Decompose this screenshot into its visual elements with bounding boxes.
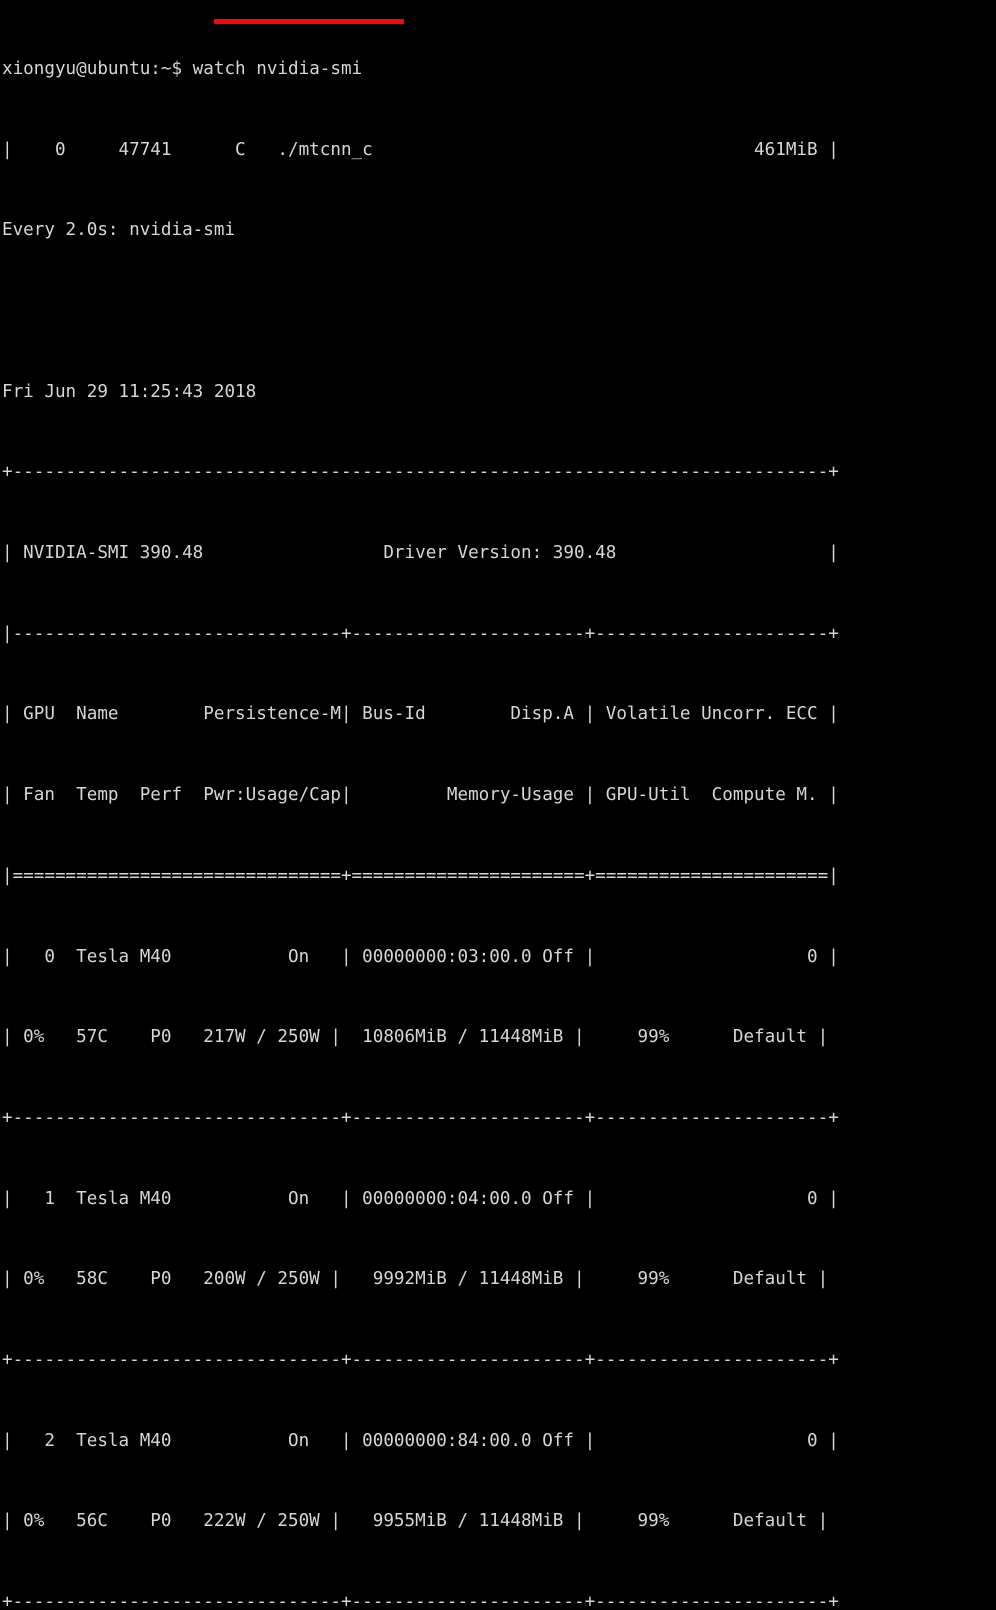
prompt-line: xiongyu@ubuntu:~$ watch nvidia-smi — [2, 56, 839, 83]
table-border-top: +---------------------------------------… — [2, 462, 839, 483]
leftover-process-line: | 0 47741 C ./mtcnn_c 461MiB | — [2, 139, 839, 160]
separator-gpu-2: +-------------------------------+-------… — [2, 1592, 839, 1610]
gpu-row-1-line-1: | 1 Tesla M40 On | 00000000:04:00.0 Off … — [2, 1188, 839, 1209]
separator-double-header: |===============================+=======… — [2, 865, 839, 886]
watch-header-line: Every 2.0s: nvidia-smi — [2, 220, 236, 241]
column-header-row-1: | GPU Name Persistence-M| Bus-Id Disp.A … — [2, 704, 839, 725]
timestamp-line: Fri Jun 29 11:25:43 2018 — [2, 381, 257, 402]
separator-gpu-1: +-------------------------------+-------… — [2, 1350, 839, 1371]
blank-line-1 — [2, 298, 839, 325]
gpu-row-2-line-1: | 2 Tesla M40 On | 00000000:84:00.0 Off … — [2, 1430, 839, 1451]
separator-gpu-0: +-------------------------------+-------… — [2, 1107, 839, 1128]
version-line: | NVIDIA-SMI 390.48 Driver Version: 390.… — [2, 543, 839, 564]
gpu-row-2-line-2: | 0% 56C P0 222W / 250W | 9955MiB / 1144… — [2, 1511, 829, 1532]
shell-prompt: xiongyu@ubuntu:~$ — [2, 58, 183, 79]
terminal-screen: xiongyu@ubuntu:~$ watch nvidia-smi | 0 4… — [2, 2, 839, 1610]
typed-command: watch nvidia-smi — [192, 58, 363, 79]
red-underline-annotation — [214, 19, 404, 24]
gpu-row-0-line-2: | 0% 57C P0 217W / 250W | 10806MiB / 114… — [2, 1027, 829, 1048]
gpu-row-0-line-1: | 0 Tesla M40 On | 00000000:03:00.0 Off … — [2, 946, 839, 967]
separator-thin-1: |-------------------------------+-------… — [2, 623, 839, 644]
gpu-row-1-line-2: | 0% 58C P0 200W / 250W | 9992MiB / 1144… — [2, 1269, 829, 1290]
terminal-window[interactable]: xiongyu@ubuntu:~$ watch nvidia-smi | 0 4… — [0, 0, 996, 1610]
